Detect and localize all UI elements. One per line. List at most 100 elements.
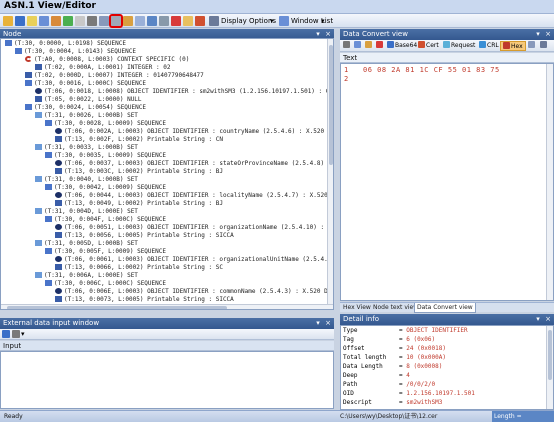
- tab-node-text-view[interactable]: Node text view: [371, 303, 420, 313]
- close-icon[interactable]: ×: [324, 319, 332, 327]
- pin-icon[interactable]: ▾: [314, 30, 322, 38]
- more-button[interactable]: [528, 41, 536, 51]
- request-button[interactable]: Request: [443, 41, 475, 51]
- cert-button[interactable]: Cert: [418, 41, 439, 51]
- tab-hex-view[interactable]: Hex View: [341, 303, 373, 313]
- node-icon[interactable]: [159, 16, 169, 26]
- close-icon[interactable]: ×: [544, 315, 552, 323]
- external-options-chevron-icon[interactable]: ▾: [21, 329, 25, 339]
- tree-row[interactable]: (T:30, 0:0016, L:000C) SEQUENCE: [25, 80, 146, 88]
- close-icon[interactable]: ×: [544, 30, 552, 38]
- tree-row[interactable]: (T:06, 0:0018, L:0008) OBJECT IDENTIFIER…: [35, 88, 333, 96]
- tab-data-convert-view[interactable]: Data Convert view: [414, 303, 476, 313]
- base64-button[interactable]: Base64: [387, 41, 417, 51]
- text-vertical-scrollbar[interactable]: [546, 64, 553, 300]
- detail-value: 4: [406, 372, 410, 379]
- tree-row[interactable]: (T:06, 0:0044, L:0003) OBJECT IDENTIFIER…: [55, 192, 333, 200]
- tree-row[interactable]: (T:05, 0:0022, L:0000) NULL: [35, 96, 142, 104]
- tree-row[interactable]: (T:30, 0:0028, L:0009) SEQUENCE: [45, 120, 166, 128]
- tree-row[interactable]: (T:13, 0:0056, L:0005) Printable String …: [55, 232, 234, 240]
- external-input-field[interactable]: [0, 351, 334, 409]
- tree-row[interactable]: (T:02, 0:000A, L:0001) INTEGER : 02: [35, 64, 170, 72]
- app-title: ASN.1 View/Editor: [4, 1, 96, 11]
- node-tree-hscroll-thumb[interactable]: [7, 306, 227, 309]
- open-icon[interactable]: [3, 16, 13, 26]
- view-icon[interactable]: [183, 16, 193, 26]
- tree-row[interactable]: (T:06, 0:0051, L:0003) OBJECT IDENTIFIER…: [55, 224, 333, 232]
- tree-row[interactable]: (T:30, 0:005F, L:0009) SEQUENCE: [45, 248, 166, 256]
- export-icon[interactable]: [51, 16, 61, 26]
- node-panel-title: Node: [3, 30, 22, 38]
- tree-row[interactable]: (T:A0, 0:0008, L:0003) CONTEXT SPECIFIC …: [25, 56, 189, 64]
- edit-icon[interactable]: [63, 16, 73, 26]
- detail-vertical-scrollbar[interactable]: [546, 326, 553, 409]
- detail-value: /0/0/2/0: [406, 381, 436, 388]
- window-icon[interactable]: [195, 16, 205, 26]
- display-options-dropdown[interactable]: Display Options: [221, 16, 276, 26]
- detail-scroll-thumb[interactable]: [548, 330, 552, 380]
- display-options-chevron-icon[interactable]: ▾: [270, 16, 274, 26]
- node-tree-vertical-scrollbar[interactable]: [327, 39, 333, 304]
- tree-row[interactable]: (T:31, 0:0026, L:000B) SET: [35, 112, 138, 120]
- tree-row[interactable]: (T:13, 0:002F, L:0002) Printable String …: [55, 136, 223, 144]
- gear-icon[interactable]: [209, 16, 219, 26]
- tree-row[interactable]: (T:30, 0:006C, L:000C) SEQUENCE: [45, 280, 166, 288]
- tree-row[interactable]: (T:13, 0:0073, L:0005) Printable String …: [55, 296, 234, 304]
- tree-row[interactable]: (T:30, 0:0004, L:0143) SEQUENCE: [15, 48, 136, 56]
- tree-row-label: (T:06, 0:002A, L:0003) OBJECT IDENTIFIER…: [64, 128, 333, 135]
- window-list-icon[interactable]: [279, 16, 289, 26]
- window-list-chevron-icon[interactable]: ▾: [321, 16, 325, 26]
- pin-icon[interactable]: ▾: [534, 315, 542, 323]
- window-list-dropdown[interactable]: Window List: [291, 16, 333, 26]
- tree-row[interactable]: (T:30, 0:004F, L:000C) SEQUENCE: [45, 216, 166, 224]
- tree-row[interactable]: (T:31, 0:0033, L:000B) SET: [35, 144, 138, 152]
- save-icon[interactable]: [15, 16, 25, 26]
- tree-row[interactable]: (T:31, 0:005D, L:000B) SET: [35, 240, 138, 248]
- insert-icon[interactable]: [135, 16, 145, 26]
- folder-icon[interactable]: [27, 16, 37, 26]
- window-button[interactable]: [540, 41, 548, 51]
- clear-input-icon[interactable]: [12, 330, 20, 338]
- tree-row[interactable]: (T:13, 0:003C, L:0002) Printable String …: [55, 168, 223, 176]
- tree-row[interactable]: (T:02, 0:000D, L:0007) INTEGER : 0140779…: [25, 72, 204, 80]
- tree-row[interactable]: (T:30, 0:0042, L:0009) SEQUENCE: [45, 184, 166, 192]
- paste-button[interactable]: [365, 41, 373, 51]
- copy-button[interactable]: [354, 41, 362, 51]
- tree-row[interactable]: (T:06, 0:0061, L:0003) OBJECT IDENTIFIER…: [55, 256, 333, 264]
- tree-row[interactable]: (T:30, 0:0024, L:0054) SEQUENCE: [25, 104, 146, 112]
- tree-row[interactable]: (T:31, 0:0040, L:000B) SET: [35, 176, 138, 184]
- tree-row[interactable]: (T:31, 0:004D, L:000E) SET: [35, 208, 138, 216]
- external-input-header: External data input window ▾ ×: [0, 318, 334, 329]
- convert-text-area[interactable]: 1 2 06 08 2A 81 1C CF 55 01 83 75: [340, 63, 554, 301]
- parse-icon[interactable]: [2, 330, 10, 338]
- node-tree-horizontal-scrollbar[interactable]: [1, 304, 333, 309]
- node-tree-scroll-thumb[interactable]: [329, 45, 333, 165]
- crl-button[interactable]: CRL: [479, 41, 499, 51]
- cut-icon[interactable]: [87, 16, 97, 26]
- detail-row: Data Length = 8 (0x0008): [343, 363, 442, 371]
- tree-row[interactable]: (T:30, 0:0035, L:0009) SEQUENCE: [45, 152, 166, 160]
- close-icon[interactable]: ×: [324, 30, 332, 38]
- pin-icon[interactable]: ▾: [314, 319, 322, 327]
- copy-hex-icon[interactable]: [109, 14, 123, 28]
- save-as-icon[interactable]: [39, 16, 49, 26]
- tree-row[interactable]: (T:06, 0:0037, L:0003) OBJECT IDENTIFIER…: [55, 160, 333, 168]
- tree-row[interactable]: (T:13, 0:0066, L:0002) Printable String …: [55, 264, 223, 272]
- tree-row[interactable]: (T:06, 0:002A, L:0003) OBJECT IDENTIFIER…: [55, 128, 333, 136]
- tree-row[interactable]: (T:30, 0:0000, L:0198) SEQUENCE: [5, 40, 126, 48]
- delete-button[interactable]: [376, 41, 384, 51]
- copy-icon[interactable]: [99, 16, 109, 26]
- node-tree[interactable]: (T:30, 0:0000, L:0198) SEQUENCE (T:30, 0:…: [0, 38, 334, 310]
- cut-button[interactable]: [343, 41, 351, 51]
- delete-icon[interactable]: [171, 16, 181, 26]
- tree-row[interactable]: (T:13, 0:0049, L:0002) Printable String …: [55, 200, 223, 208]
- hex-button[interactable]: Hex: [500, 41, 526, 51]
- add-icon[interactable]: [147, 16, 157, 26]
- clear-icon[interactable]: [75, 16, 85, 26]
- tree-row[interactable]: (T:31, 0:006A, L:000E) SET: [35, 272, 138, 280]
- pin-icon[interactable]: ▾: [534, 30, 542, 38]
- tree-row[interactable]: (T:06, 0:006E, L:0003) OBJECT IDENTIFIER…: [55, 288, 333, 296]
- hex-text[interactable]: 06 08 2A 81 1C CF 55 01 83 75: [363, 66, 500, 75]
- paste-icon[interactable]: [123, 16, 133, 26]
- crl-icon: [479, 41, 486, 48]
